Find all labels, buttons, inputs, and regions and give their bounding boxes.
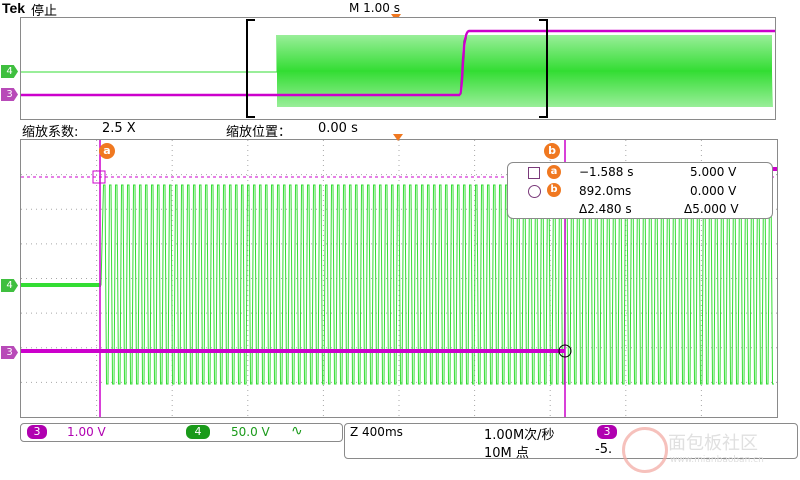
- record-length: 10M 点: [484, 446, 529, 461]
- watermark-text: 面包板社区: [668, 433, 758, 454]
- cursor-a-time: −1.588 s: [579, 165, 634, 179]
- zoom-bracket-left: [246, 19, 255, 118]
- cursor-readout-panel: a −1.588 s 5.000 V b 892.0ms 0.000 V Δ2.…: [507, 162, 773, 219]
- ch4-main-marker[interactable]: 4: [1, 279, 18, 292]
- watermark-url: www.mianbaoban.cn: [670, 455, 764, 465]
- main-trigger-icon[interactable]: [393, 134, 403, 141]
- ch4-scale: 50.0 V: [231, 425, 270, 439]
- cursor-delta-voltage: Δ5.000 V: [684, 202, 739, 216]
- overview-waveform[interactable]: [20, 17, 776, 120]
- zoom-factor-label: 缩放系数:: [22, 125, 79, 140]
- zoom-position-value: 0.00 s: [318, 121, 358, 136]
- timebase-readout: M 1.00 s: [349, 1, 400, 15]
- cursor-b-badge: b: [547, 183, 561, 197]
- cursor-b-voltage: 0.000 V: [690, 184, 737, 198]
- watermark-logo-icon: [622, 427, 668, 473]
- ch3-overview-marker[interactable]: 3: [1, 88, 18, 101]
- cursor-b-circle-icon: [528, 185, 541, 198]
- ch3-scale: 1.00 V: [67, 425, 106, 439]
- trigger-source-chip[interactable]: 3: [597, 425, 617, 439]
- tek-brand: Tek: [2, 0, 26, 16]
- sample-rate: 1.00M次/秒: [484, 428, 555, 443]
- ch4-chip[interactable]: 4: [186, 425, 210, 439]
- cursor-a-marker[interactable]: a: [99, 143, 115, 159]
- cursor-a-voltage: 5.000 V: [690, 165, 737, 179]
- cursor-a-square-icon: [528, 167, 540, 179]
- zoom-factor-value: 2.5 X: [102, 121, 136, 136]
- trigger-level: -5.: [595, 442, 613, 457]
- zoom-position-label: 缩放位置：: [226, 125, 292, 140]
- ch4-overview-marker[interactable]: 4: [1, 65, 18, 78]
- channel-scale-bar: 3 1.00 V 4 50.0 V ∿: [20, 423, 343, 442]
- ch3-main-marker[interactable]: 3: [1, 346, 18, 359]
- overview-trace-svg: [21, 19, 775, 118]
- ch3-chip[interactable]: 3: [27, 425, 47, 439]
- zoom-timebase: Z 400ms: [350, 425, 403, 439]
- cursor-delta-time: Δ2.480 s: [579, 202, 632, 216]
- ac-coupling-icon: ∿: [291, 423, 303, 439]
- cursor-b-time: 892.0ms: [579, 184, 632, 198]
- cursor-a-badge: a: [547, 165, 561, 179]
- cursor-b-marker[interactable]: b: [544, 143, 560, 159]
